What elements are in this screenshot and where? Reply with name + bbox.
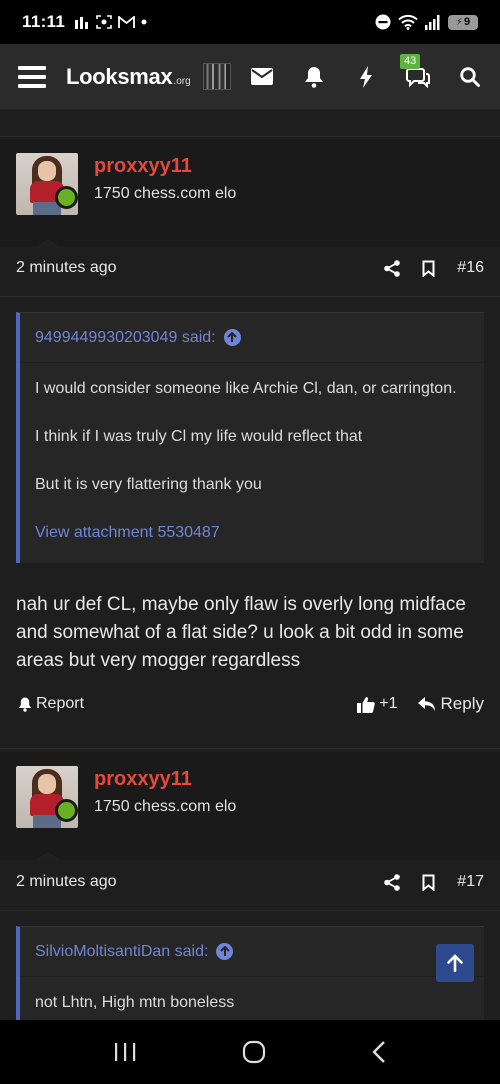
post-number[interactable]: #17 xyxy=(457,873,484,891)
report-button[interactable]: Report xyxy=(18,695,84,713)
bell-icon[interactable] xyxy=(302,65,326,89)
quote-line: I would consider someone like Archie Cl,… xyxy=(35,380,457,397)
search-icon[interactable] xyxy=(458,65,482,89)
post-user-block: proxxyy11 1750 chess.com elo xyxy=(0,752,500,861)
attachment-link[interactable]: View attachment 5530487 xyxy=(35,521,469,545)
bookmark-icon[interactable] xyxy=(422,260,435,277)
divider xyxy=(0,910,500,911)
arrow-up-icon[interactable] xyxy=(216,943,234,960)
battery-icon: ⚡ 9 xyxy=(448,14,478,30)
arrow-up-icon xyxy=(447,954,463,972)
thumbs-up-icon xyxy=(357,696,376,713)
bell-icon xyxy=(18,697,32,712)
quote-header: SilvioMoltisantiDan said: xyxy=(20,927,484,977)
username-link[interactable]: proxxyy11 xyxy=(94,768,192,791)
arrow-up-icon[interactable] xyxy=(223,329,241,346)
divider xyxy=(0,136,500,137)
post-user-block: proxxyy11 1750 chess.com elo xyxy=(0,139,500,248)
divider xyxy=(0,748,500,749)
quote-line: I think if I was truly Cl my life would … xyxy=(35,428,363,445)
quote-block: SilvioMoltisantiDan said: not Lhtn, High… xyxy=(16,926,484,1020)
dnd-icon xyxy=(375,14,391,30)
user-title: 1750 chess.com elo xyxy=(94,798,237,815)
reply-button[interactable]: Reply xyxy=(417,694,484,714)
menu-icon[interactable] xyxy=(18,65,46,88)
thread-content: proxxyy11 1750 chess.com elo 2 minutes a… xyxy=(0,110,500,1020)
bolt-icon[interactable] xyxy=(354,65,378,89)
share-icon[interactable] xyxy=(384,259,401,277)
share-icon[interactable] xyxy=(384,873,401,891)
gmail-icon xyxy=(118,15,136,28)
user-title: 1750 chess.com elo xyxy=(94,185,237,202)
post-actions: Report +1 Reply xyxy=(0,684,500,724)
divider xyxy=(0,296,500,297)
conversations-badge: 43 xyxy=(400,53,421,69)
site-logo[interactable]: Looksmax .org xyxy=(66,64,191,90)
username-link[interactable]: proxxyy11 xyxy=(94,155,192,178)
post-timestamp[interactable]: 2 minutes ago xyxy=(16,873,117,891)
inbox-icon[interactable] xyxy=(250,65,274,89)
post-timestamp[interactable]: 2 minutes ago xyxy=(16,259,117,277)
status-bar: 11:11 ⚡ 9 xyxy=(0,0,500,44)
quote-block: 9499449930203049 said: I would consider … xyxy=(16,312,484,563)
bookmark-icon[interactable] xyxy=(422,874,435,891)
logo-image[interactable] xyxy=(202,63,231,90)
screenshot-icon xyxy=(96,15,112,29)
quote-header: 9499449930203049 said: xyxy=(20,313,484,363)
scroll-to-top-button[interactable] xyxy=(436,944,474,982)
post-body: nah ur def CL, maybe only flaw is overly… xyxy=(16,594,466,671)
system-navigation-bar xyxy=(0,1020,500,1084)
quote-body: not Lhtn, High mtn boneless xyxy=(20,977,484,1020)
top-navigation: Looksmax .org 43 xyxy=(0,44,500,110)
online-status-icon xyxy=(55,799,78,822)
dot-icon xyxy=(141,19,147,25)
online-status-icon xyxy=(55,186,78,209)
like-count: +1 xyxy=(379,695,398,712)
quote-body: I would consider someone like Archie Cl,… xyxy=(20,363,484,563)
signal-icon xyxy=(425,14,440,30)
conversations-icon[interactable]: 43 xyxy=(400,53,430,89)
activity-icon xyxy=(75,17,89,29)
status-time: 11:11 xyxy=(22,12,66,31)
quote-author-link[interactable]: 9499449930203049 said: xyxy=(35,329,216,347)
quote-line: But it is very flattering thank you xyxy=(35,476,262,493)
back-icon[interactable] xyxy=(371,1040,387,1064)
post-number[interactable]: #16 xyxy=(457,259,484,277)
post-meta: 2 minutes ago #17 xyxy=(0,854,500,910)
home-icon[interactable] xyxy=(242,1040,266,1064)
quote-author-link[interactable]: SilvioMoltisantiDan said: xyxy=(35,943,208,961)
like-button[interactable]: +1 xyxy=(357,695,398,713)
reply-icon xyxy=(417,697,435,711)
post-meta: 2 minutes ago #16 xyxy=(0,240,500,296)
quote-line: not Lhtn, High mtn boneless xyxy=(35,994,235,1011)
wifi-icon xyxy=(398,14,418,30)
recent-apps-icon[interactable] xyxy=(113,1042,137,1062)
